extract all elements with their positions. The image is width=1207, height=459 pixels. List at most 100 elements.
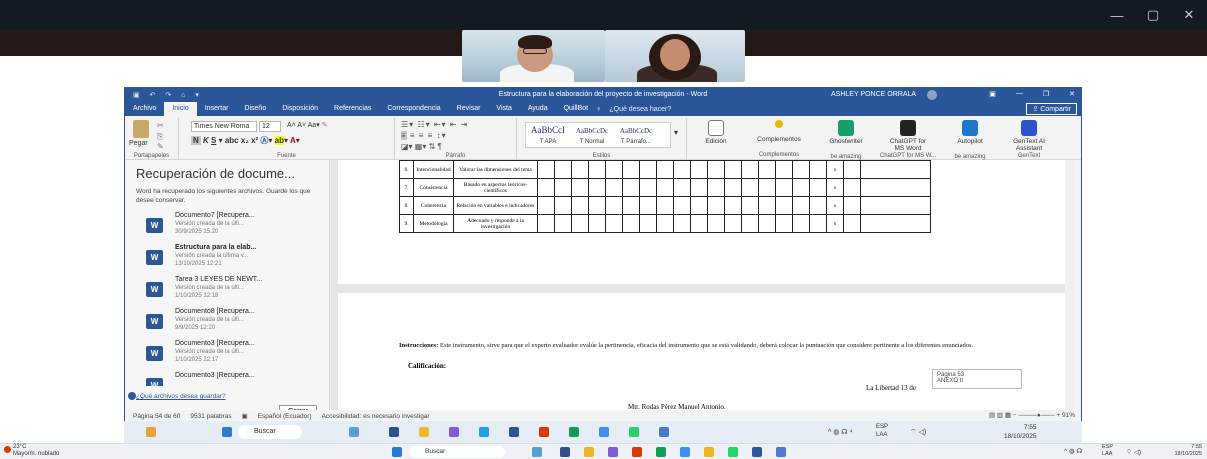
zoom-icon[interactable] [659, 427, 669, 437]
language-indicator[interactable]: ESP LAA [1102, 444, 1113, 458]
lang-layout: LAA [876, 432, 888, 438]
network-volume-icons[interactable]: ⌔ ◁) [1126, 447, 1141, 456]
recovered-file[interactable]: W Documento3 [Recupera... [146, 372, 326, 386]
tell-me-search[interactable]: ¿Qué desea hacer? [609, 106, 671, 113]
tab-revisar[interactable]: Revisar [449, 102, 489, 116]
shading-controls[interactable]: ◪▾ ▦▾ ⇅ ¶ [401, 142, 442, 151]
align-controls[interactable]: ≡ ≡ ≡ ≡ ↕▾ [401, 131, 447, 140]
app-icon[interactable] [704, 447, 714, 457]
chrome-icon[interactable] [656, 447, 666, 457]
vertical-scrollbar[interactable] [1065, 160, 1073, 422]
word-count[interactable]: 9531 palabras [190, 413, 231, 420]
file-name: Documento8 [Recupera... [175, 308, 255, 315]
app-icon[interactable] [349, 427, 359, 437]
recovered-file[interactable]: W Documento7 [Recupera... Versión creada… [146, 212, 326, 242]
tab-archivo[interactable]: Archivo [125, 102, 164, 116]
paste-button[interactable]: Pegar [129, 140, 148, 147]
accessibility-status[interactable]: Accesibilidad: es necesario investigar [322, 413, 430, 420]
format-controls[interactable]: N K S ▾ abc x₂ x² Ⓐ▾ ab▾ A▾ [191, 135, 300, 146]
clock[interactable]: 7:55 18/10/2025 [1004, 423, 1037, 441]
language-indicator[interactable]: ESP LAA [876, 423, 888, 439]
minimize-button[interactable]: — [1099, 0, 1135, 30]
minimize-icon[interactable]: — [1016, 90, 1023, 98]
zoom-icon[interactable] [776, 447, 786, 457]
recovered-file[interactable]: W Estructura para la elab... Versión cre… [146, 244, 326, 274]
font-size-controls[interactable]: A˄ A˅ Aa▾ ✎ [287, 121, 328, 129]
app-icon[interactable] [560, 447, 570, 457]
tray-icons[interactable]: ^ ◍ ☊ ⁴ [828, 428, 852, 436]
app-icon[interactable] [608, 447, 618, 457]
proofing-icon[interactable]: ▣ [242, 412, 248, 420]
app-icon[interactable] [479, 427, 489, 437]
tab-disposicion[interactable]: Disposición [274, 102, 326, 116]
app-icon[interactable] [599, 427, 609, 437]
folder-icon[interactable] [584, 447, 594, 457]
app-icon[interactable] [680, 447, 690, 457]
word-icon[interactable] [752, 447, 762, 457]
tab-insertar[interactable]: Insertar [197, 102, 237, 116]
participant-video-2[interactable] [605, 30, 745, 82]
app-icon[interactable] [532, 447, 542, 457]
avatar[interactable] [927, 90, 937, 100]
document-page[interactable]: 6. Intencionalidad Valorar las dimensiones… [338, 160, 1073, 284]
tray-icons[interactable]: ^ ◍ ☊ [1064, 447, 1082, 455]
font-name-input[interactable]: Times New Roma [191, 121, 257, 132]
search-box[interactable]: Buscar [238, 425, 302, 439]
app-icon[interactable] [389, 427, 399, 437]
style-apa[interactable]: AaBbCcI T APA [526, 123, 570, 147]
complementos-button[interactable]: Complementos Complementos [745, 120, 813, 158]
chatgpt-button[interactable]: ChatGPT for MS Word ChatGPT for MS W... [879, 120, 937, 159]
app-icon[interactable] [632, 447, 642, 457]
document-page[interactable]: Instrucciones: Este instrumento, sirve p… [338, 293, 1073, 422]
close-icon[interactable]: ✕ [1069, 90, 1075, 98]
share-button[interactable]: ⇪ Compartir [1026, 103, 1077, 115]
start-icon[interactable] [222, 427, 232, 437]
whatsapp-icon[interactable] [728, 447, 738, 457]
tab-inicio[interactable]: Inicio [164, 102, 197, 116]
app-icon[interactable] [449, 427, 459, 437]
chrome-icon[interactable] [569, 427, 579, 437]
restore-icon[interactable]: ❐ [1043, 90, 1049, 98]
clock[interactable]: 7:55 18/10/2025 [1160, 444, 1202, 458]
tab-vista[interactable]: Vista [488, 102, 519, 116]
tab-referencias[interactable]: Referencias [326, 102, 379, 116]
page-count[interactable]: Página 54 de 60 [133, 413, 180, 420]
ribbon-display-icon[interactable]: ▣ [989, 90, 996, 98]
whatsapp-icon[interactable] [629, 427, 639, 437]
tab-diseno[interactable]: Diseño [236, 102, 274, 116]
which-files-link[interactable]: ¿Qué archivos desea guardar? [136, 393, 226, 400]
format-painter-icon[interactable]: ✎ [157, 142, 164, 151]
network-volume-icons[interactable]: ⌔ ◁) [910, 428, 926, 437]
participant-video-1[interactable] [462, 30, 605, 82]
folder-icon[interactable] [419, 427, 429, 437]
copy-icon[interactable]: ⎘ [157, 132, 163, 142]
cut-icon[interactable]: ✂ [157, 121, 164, 130]
font-size-input[interactable]: 12 [259, 121, 281, 132]
app-icon[interactable] [539, 427, 549, 437]
recovered-file[interactable]: W Documento3 [Recupera... Versión creada… [146, 340, 326, 370]
language-status[interactable]: Español (Ecuador) [258, 413, 312, 420]
score-cell [758, 196, 776, 215]
word-icon[interactable] [509, 427, 519, 437]
autopilot-button[interactable]: Autopilot be amazing [945, 120, 995, 160]
edicion-button[interactable]: Edición [697, 120, 735, 145]
start-icon[interactable] [392, 447, 402, 457]
list-controls[interactable]: ☰▾ ☷▾ ⇤▾ ⇤ ⇥ [401, 120, 468, 129]
maximize-button[interactable]: ▢ [1135, 0, 1171, 30]
weather-icon [4, 446, 11, 453]
style-normal[interactable]: AaBbCcDc T Normal [570, 123, 614, 147]
ghostwriter-button[interactable]: Ghostwriter be amazing [821, 120, 871, 160]
gentext-button[interactable]: GenText AI Assistant GenText [1001, 120, 1057, 159]
tab-correspondencia[interactable]: Correspondencia [379, 102, 448, 116]
recovered-file[interactable]: W Documento8 [Recupera... Versión creada… [146, 308, 326, 338]
user-name[interactable]: ASHLEY PONCE ORRALA [831, 91, 916, 98]
search-box[interactable]: Buscar [409, 446, 505, 458]
paste-icon[interactable] [133, 120, 149, 138]
weather-widget[interactable]: 23°C Mayorm. nublado [13, 444, 59, 458]
tab-ayuda[interactable]: Ayuda [520, 102, 556, 116]
style-parrafo[interactable]: AaBbCcDc T Párrafo... [614, 123, 658, 147]
styles-more-icon[interactable]: ▾ [674, 128, 678, 137]
recovered-file[interactable]: W Tarea 3 LEYES DE NEWT... Versión cread… [146, 276, 326, 306]
close-button[interactable]: ✕ [1171, 0, 1207, 30]
tab-quillbot[interactable]: QuillBot [556, 102, 597, 116]
